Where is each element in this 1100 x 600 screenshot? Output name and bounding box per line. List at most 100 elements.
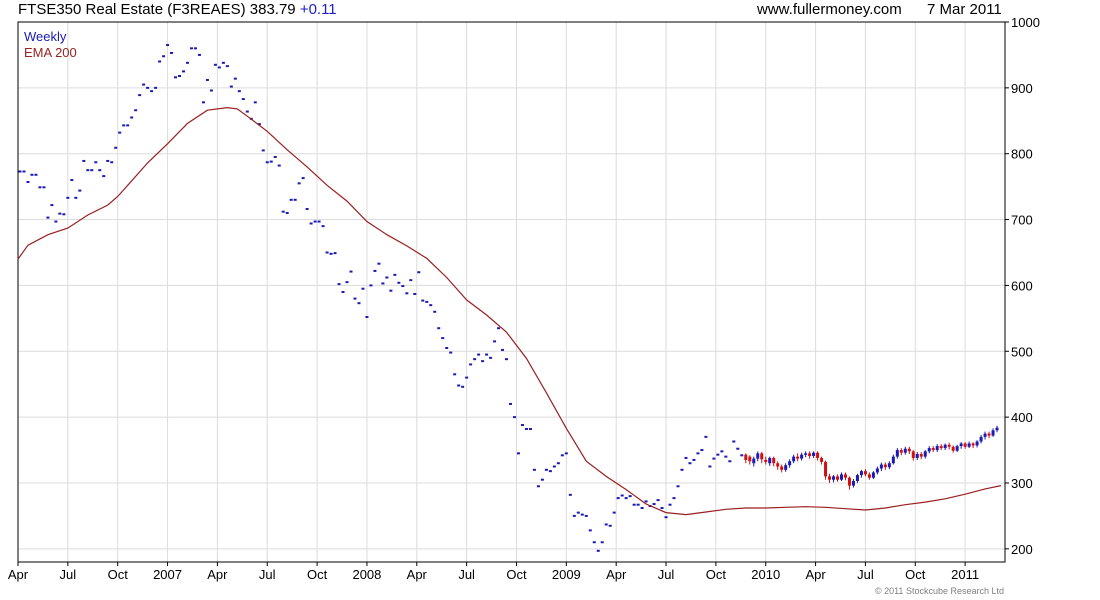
candle-body <box>839 474 843 480</box>
candle-body <box>824 461 828 477</box>
legend-weekly: Weekly <box>24 29 67 44</box>
x-tick-label: 2007 <box>153 567 182 582</box>
candle-body <box>951 446 955 451</box>
candle-body <box>895 450 899 457</box>
candle-body <box>947 444 951 447</box>
candle-body <box>756 453 760 459</box>
x-tick-label: 2008 <box>352 567 381 582</box>
x-tick-label: Oct <box>905 567 926 582</box>
candle-body <box>963 443 967 447</box>
legend-ema: EMA 200 <box>24 45 77 60</box>
candle-body <box>923 451 927 457</box>
candle-body <box>820 457 824 462</box>
x-tick-label: Apr <box>805 567 826 582</box>
y-tick-label: 600 <box>1011 278 1033 293</box>
candle-body <box>832 476 836 480</box>
candle-body <box>752 458 756 464</box>
candle-body <box>883 464 887 468</box>
y-tick-label: 1000 <box>1011 15 1040 30</box>
candle-body <box>776 463 780 467</box>
x-tick-label: Oct <box>506 567 527 582</box>
x-tick-label: Oct <box>108 567 129 582</box>
x-tick-label: 2010 <box>751 567 780 582</box>
x-tick-label: Jul <box>658 567 675 582</box>
candle-body <box>863 471 867 475</box>
candle-body <box>903 448 907 453</box>
candle-body <box>931 448 935 451</box>
x-tick-label: 2011 <box>951 567 979 582</box>
candle-body <box>828 476 832 480</box>
candle-body <box>987 433 991 436</box>
candle-body <box>780 466 784 470</box>
candle-body <box>855 475 859 481</box>
y-tick-label: 900 <box>1011 81 1033 96</box>
candle-body <box>796 456 800 459</box>
candle-body <box>875 468 879 473</box>
candle-body <box>955 446 959 451</box>
chart-legend: Weekly EMA 200 <box>24 29 77 61</box>
candle-body <box>792 456 796 462</box>
candle-body <box>979 436 983 442</box>
candle-body <box>836 476 840 480</box>
y-tick-label: 700 <box>1011 213 1033 228</box>
candle-body <box>748 456 752 462</box>
candle-body <box>784 465 788 470</box>
candle-body <box>975 441 979 446</box>
x-tick-label: 2009 <box>552 567 581 582</box>
candle-body <box>851 481 855 486</box>
candle-body <box>899 450 903 453</box>
candle-body <box>995 427 999 431</box>
x-tick-label: Jul <box>259 567 276 582</box>
candle-body <box>772 457 776 464</box>
candle-body <box>879 464 883 469</box>
candle-body <box>816 452 820 458</box>
candle-body <box>788 461 792 466</box>
candle-body <box>808 453 812 456</box>
candle-body <box>939 446 943 449</box>
candle-body <box>867 474 871 478</box>
candle-body <box>891 456 895 464</box>
price-chart: 1000 900 800 700 600 500 400 300 200 Apr Jul Oct 200… <box>8 15 1040 582</box>
chart-page: FTSE350 Real Estate (F3REAES) 383.79 +0.… <box>0 0 1100 600</box>
candle-body <box>971 443 975 446</box>
candle-body <box>847 477 851 486</box>
candle-body <box>804 453 808 455</box>
y-tick-label: 800 <box>1011 147 1033 162</box>
candle-body <box>887 463 891 468</box>
x-tick-label: Apr <box>207 567 228 582</box>
candle-body <box>907 448 911 452</box>
copyright-text: © 2011 Stockcube Research Ltd <box>874 586 1004 596</box>
y-tick-label: 300 <box>1011 476 1033 491</box>
candle-body <box>800 454 804 459</box>
candle-body <box>967 443 971 447</box>
candle-body <box>959 443 963 447</box>
candle-body <box>768 457 772 464</box>
candle-body <box>915 454 919 458</box>
x-tick-label: Apr <box>606 567 627 582</box>
x-tick-label: Apr <box>407 567 428 582</box>
y-tick-label: 500 <box>1011 344 1033 359</box>
x-tick-label: Apr <box>8 567 29 582</box>
candle-body <box>927 448 931 452</box>
candle-body <box>859 471 863 476</box>
candle-body <box>764 459 768 462</box>
candle-body <box>983 433 987 437</box>
candle-body <box>911 451 915 458</box>
y-tick-label: 400 <box>1011 410 1033 425</box>
candle-body <box>943 444 947 449</box>
x-tick-label: Jul <box>458 567 475 582</box>
candle-body <box>935 446 939 451</box>
x-tick-label: Jul <box>60 567 77 582</box>
x-tick-label: Jul <box>857 567 874 582</box>
x-tick-label: Oct <box>706 567 727 582</box>
candle-body <box>760 453 764 460</box>
candle-body <box>919 454 923 457</box>
candle-body <box>812 452 816 456</box>
ema-line <box>17 106 1002 516</box>
x-tick-label: Oct <box>307 567 328 582</box>
candle-body <box>843 474 847 478</box>
y-tick-label: 200 <box>1011 542 1033 557</box>
candle-body <box>991 430 995 436</box>
candle-body <box>871 472 875 478</box>
candle-body <box>744 454 748 460</box>
